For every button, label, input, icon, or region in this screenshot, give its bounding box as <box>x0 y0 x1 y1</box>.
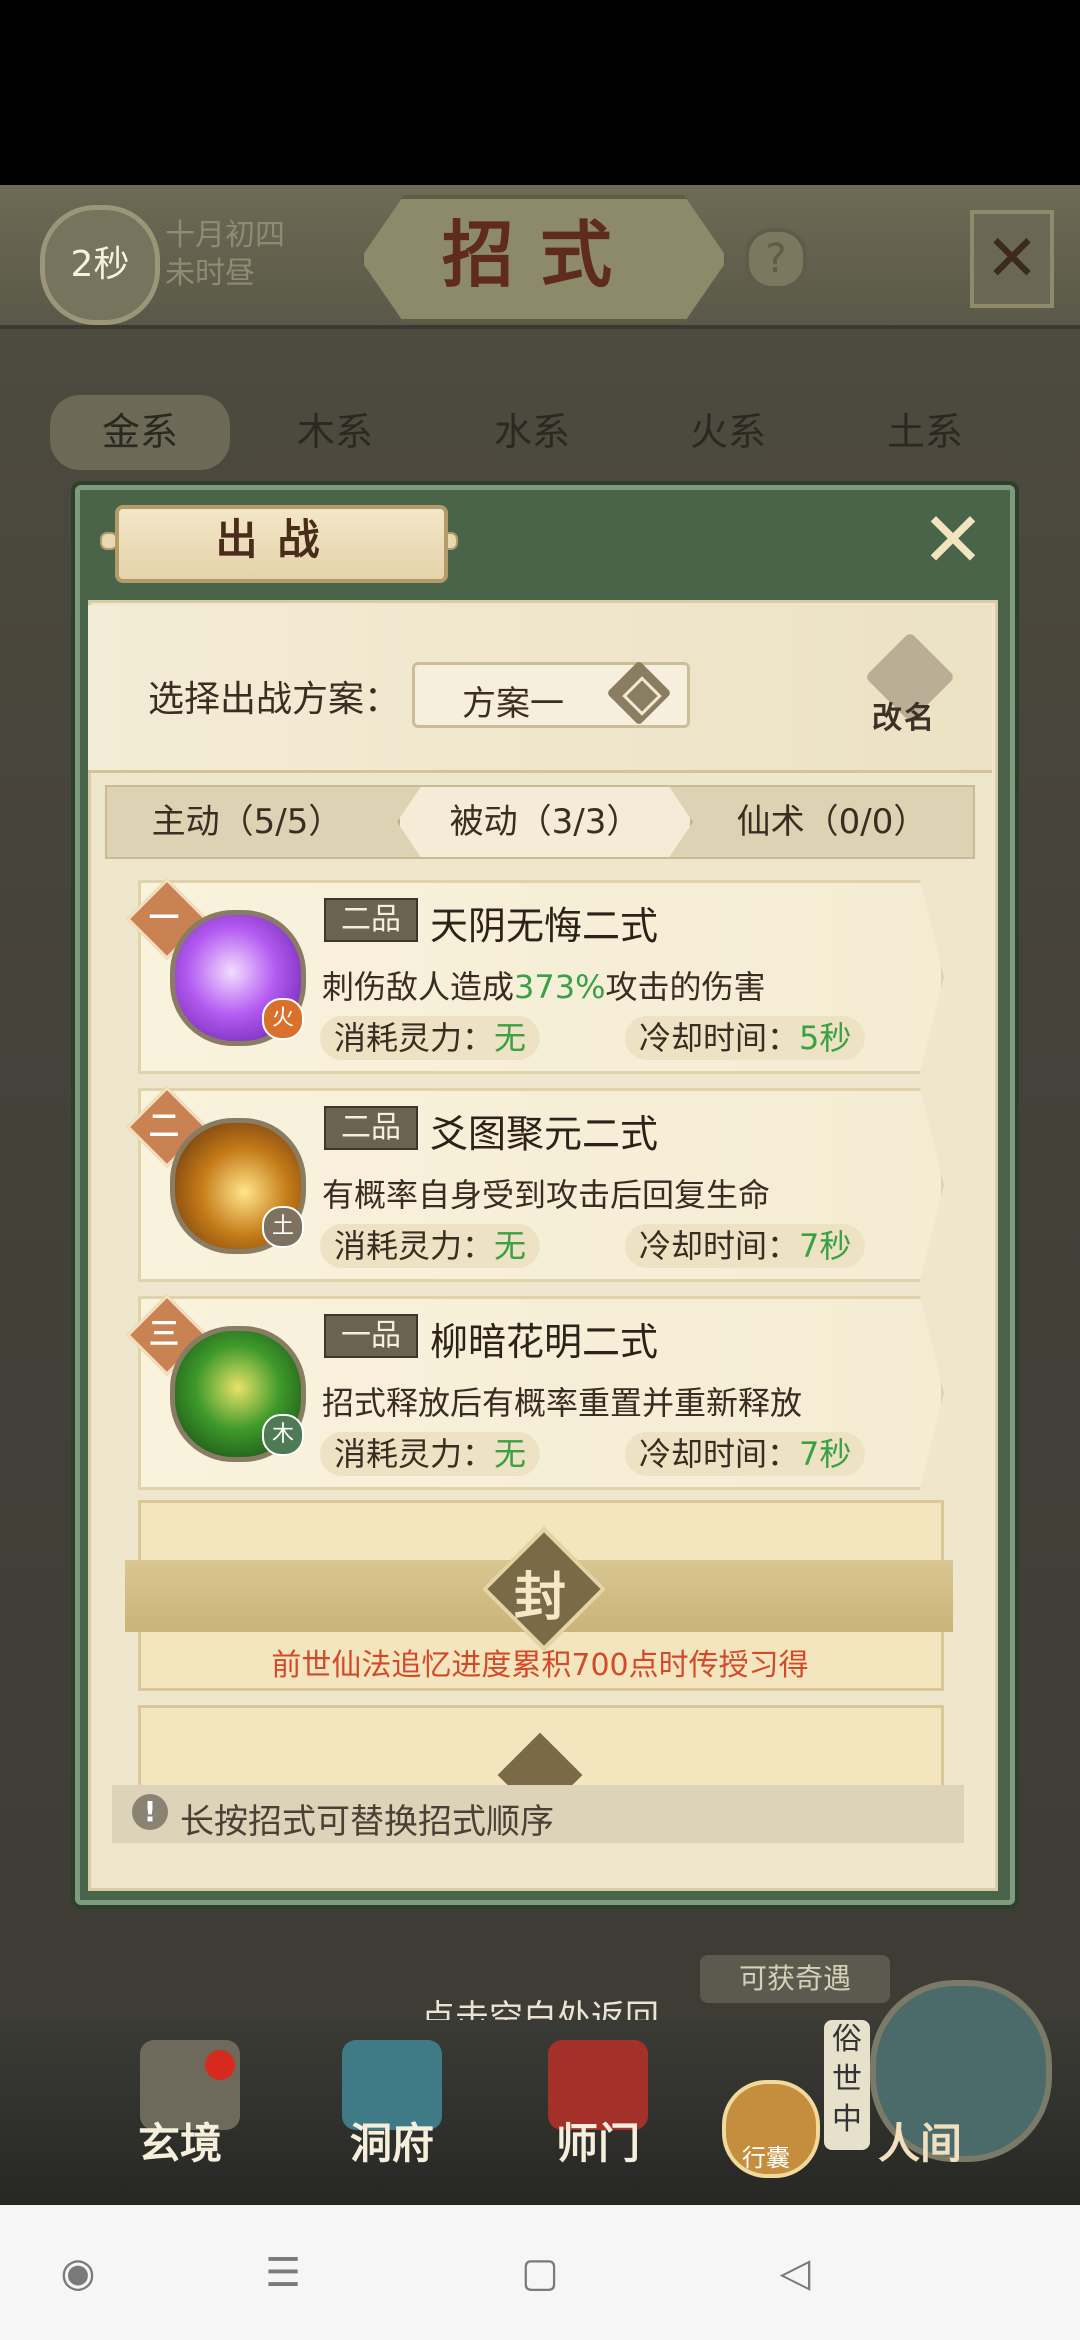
desc-text: 有概率自身受到攻击后回复生命 <box>322 1176 771 1214</box>
bag-label: 行囊 <box>742 2144 790 2172</box>
info-icon: ! <box>132 1794 168 1830</box>
back-icon[interactable]: ◁ <box>772 2250 818 2296</box>
help-icon[interactable]: ? <box>745 228 807 290</box>
notification-dot <box>205 2050 235 2080</box>
element-badge: 木 <box>262 1414 304 1456</box>
cost-label: 消耗灵力： <box>334 1019 495 1057</box>
scheme-label: 选择出战方案： <box>148 679 401 720</box>
skill-name: 爻图聚元二式 <box>430 1112 659 1156</box>
seal-character: 封 <box>513 1567 566 1628</box>
tab-immortal-arts[interactable]: 仙术（0/0） <box>707 787 957 857</box>
rank-number: 一 <box>149 901 179 936</box>
tab-water[interactable]: 水系 <box>442 395 622 470</box>
cooldown-value: 5秒 <box>799 1019 852 1057</box>
page-title: 招式 <box>441 212 638 297</box>
grade-badge: 一品 <box>324 1314 418 1358</box>
grade-badge: 二品 <box>324 898 418 942</box>
cost-stat: 消耗灵力：无 <box>320 1016 541 1060</box>
tab-fire[interactable]: 火系 <box>638 395 818 470</box>
skill-name: 柳暗花明二式 <box>430 1320 659 1364</box>
skill-description: 招式释放后有概率重置并重新释放 <box>322 1378 802 1424</box>
modal-title: 出战 <box>215 515 340 564</box>
tip-text: 长按招式可替换招式顺序 <box>180 1802 554 1842</box>
tab-wood[interactable]: 木系 <box>245 395 425 470</box>
home-icon[interactable]: ▢ <box>517 2250 563 2296</box>
cost-value: 无 <box>494 1227 527 1265</box>
rename-label: 改名 <box>872 701 936 736</box>
rank-number: 三 <box>149 1317 179 1352</box>
desc-text-tail: 攻击的伤害 <box>605 968 766 1006</box>
assistant-icon[interactable]: ◉ <box>55 2250 101 2296</box>
timer-badge: 2秒 <box>40 205 160 325</box>
modal-close-icon[interactable]: ✕ <box>918 502 988 578</box>
desc-text: 招式释放后有概率重置并重新释放 <box>322 1384 803 1422</box>
grade-badge: 二品 <box>324 1106 418 1150</box>
element-tabs: 金系 木系 水系 火系 土系 <box>30 395 1060 470</box>
cost-value: 无 <box>494 1019 527 1057</box>
tab-metal[interactable]: 金系 <box>50 395 230 470</box>
cooldown-stat: 冷却时间：7秒 <box>625 1432 866 1476</box>
cost-stat: 消耗灵力：无 <box>320 1224 541 1268</box>
skill-description: 有概率自身受到攻击后回复生命 <box>322 1170 770 1216</box>
nav-dongfu[interactable]: 洞府 <box>350 2110 434 2171</box>
cost-label: 消耗灵力： <box>334 1227 495 1265</box>
element-badge: 火 <box>262 998 304 1040</box>
nav-renjian[interactable]: 人间 <box>878 2110 962 2171</box>
scheme-selected-value: 方案一 <box>462 684 564 724</box>
tab-passive-skills[interactable]: 被动（3/3） <box>397 787 693 857</box>
damage-percent: 373% <box>514 968 606 1006</box>
cost-value: 无 <box>494 1435 527 1473</box>
nav-xuanjing[interactable]: 玄境 <box>138 2110 222 2171</box>
menu-icon[interactable]: ☰ <box>260 2250 306 2296</box>
cooldown-label: 冷却时间： <box>639 1435 800 1473</box>
cooldown-value: 7秒 <box>799 1227 852 1265</box>
unlock-hint: 前世仙法追忆进度累积700点时传授习得 <box>271 1648 809 1683</box>
skill-description: 刺伤敌人造成373%攻击的伤害 <box>322 962 766 1008</box>
tab-earth[interactable]: 土系 <box>835 395 1015 470</box>
nav-shimen[interactable]: 师门 <box>556 2110 640 2171</box>
cooldown-label: 冷却时间： <box>639 1227 800 1265</box>
tab-active-skills[interactable]: 主动（5/5） <box>127 787 367 857</box>
cooldown-stat: 冷却时间：5秒 <box>625 1016 866 1060</box>
rank-number: 二 <box>149 1109 179 1144</box>
close-icon[interactable]: ✕ <box>970 210 1054 308</box>
cooldown-value: 7秒 <box>799 1435 852 1473</box>
element-badge: 土 <box>262 1206 304 1248</box>
cost-stat: 消耗灵力：无 <box>320 1432 541 1476</box>
cost-label: 消耗灵力： <box>334 1435 495 1473</box>
mortal-world-tag: 俗世中 <box>824 2020 870 2150</box>
mode-tabs: 主动（5/5） 被动（3/3） 仙术（0/0） <box>105 785 975 859</box>
cooldown-stat: 冷却时间：7秒 <box>625 1224 866 1268</box>
skill-name: 天阴无悔二式 <box>430 904 659 948</box>
cooldown-label: 冷却时间： <box>639 1019 800 1057</box>
date-line-2: 未时昼 <box>165 256 255 291</box>
desc-text: 刺伤敌人造成 <box>322 968 515 1006</box>
